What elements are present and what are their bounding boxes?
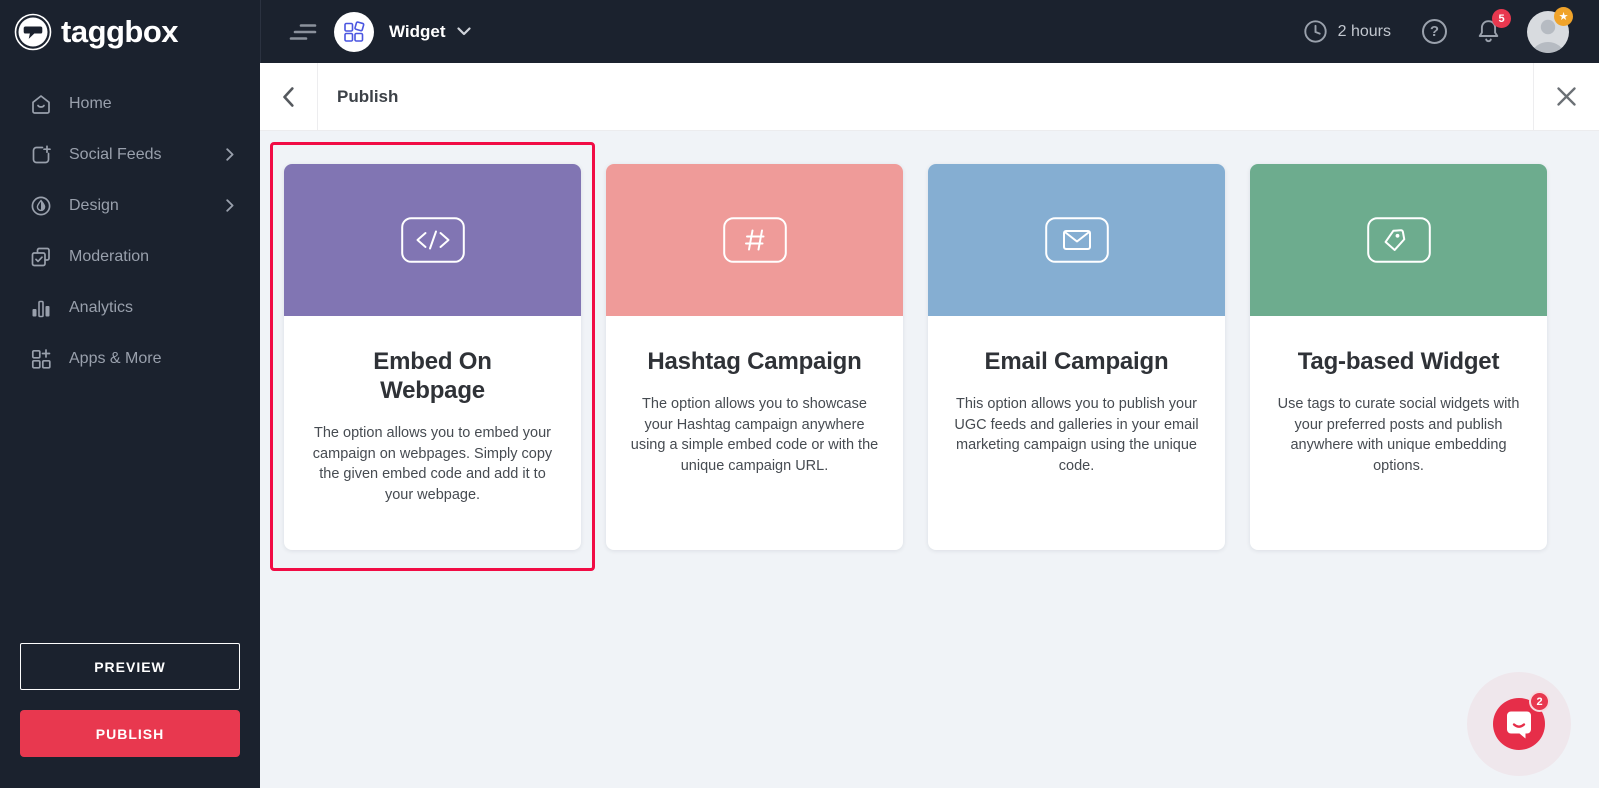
chevron-right-icon bbox=[226, 199, 234, 212]
code-embed-icon bbox=[401, 217, 465, 263]
analytics-icon bbox=[30, 297, 52, 319]
card-header bbox=[606, 164, 903, 316]
chevron-right-icon bbox=[226, 148, 234, 161]
card-header bbox=[1250, 164, 1547, 316]
card-title: Tag-based Widget bbox=[1270, 347, 1527, 376]
close-icon bbox=[1557, 87, 1576, 106]
home-icon bbox=[30, 93, 52, 115]
clock-icon bbox=[1303, 19, 1328, 44]
sidebar-item-design[interactable]: Design bbox=[0, 180, 260, 231]
card-header bbox=[284, 164, 581, 316]
card-body: Embed On Webpage The option allows you t… bbox=[284, 316, 581, 550]
chat-launcher-button[interactable]: 2 bbox=[1493, 698, 1545, 750]
card-title: Email Campaign bbox=[948, 347, 1205, 376]
sidebar-item-label: Apps & More bbox=[69, 350, 161, 368]
card-description: The option allows you to showcase your H… bbox=[626, 394, 883, 476]
taggbox-logo[interactable]: taggbox bbox=[0, 0, 260, 63]
sidebar-item-label: Social Feeds bbox=[69, 146, 162, 164]
sidebar-nav: Home Social Feeds bbox=[0, 63, 260, 384]
sidebar-actions: PREVIEW PUBLISH bbox=[0, 643, 260, 788]
notifications-bell[interactable]: 5 bbox=[1476, 18, 1501, 45]
sidebar-item-label: Home bbox=[69, 95, 112, 113]
card-description: Use tags to curate social widgets with y… bbox=[1270, 394, 1527, 476]
social-feeds-icon bbox=[30, 144, 52, 166]
preview-button[interactable]: PREVIEW bbox=[20, 643, 240, 690]
publish-options: Embed On Webpage The option allows you t… bbox=[260, 131, 1599, 788]
main-area: Widget 2 hours ? bbox=[260, 0, 1599, 788]
topbar: Widget 2 hours ? bbox=[260, 0, 1599, 63]
sidebar: taggbox Home Social bbox=[0, 0, 260, 788]
sidebar-item-home[interactable]: Home bbox=[0, 78, 260, 129]
sidebar-item-moderation[interactable]: Moderation bbox=[0, 231, 260, 282]
chat-unread-badge: 2 bbox=[1529, 691, 1550, 712]
taggbox-logo-icon bbox=[13, 12, 53, 52]
user-avatar[interactable]: ★ bbox=[1527, 11, 1569, 53]
chevron-down-icon[interactable] bbox=[457, 27, 471, 36]
card-body: Email Campaign This option allows you to… bbox=[928, 316, 1225, 550]
menu-collapse-icon[interactable] bbox=[289, 22, 317, 42]
card-title: Embed On Webpage bbox=[304, 347, 561, 405]
logo-text: taggbox bbox=[61, 14, 178, 50]
hashtag-icon bbox=[723, 217, 787, 263]
session-timer: 2 hours bbox=[1303, 19, 1391, 44]
panel-title: Publish bbox=[318, 63, 1533, 130]
sidebar-item-label: Moderation bbox=[69, 248, 149, 266]
chevron-left-icon bbox=[283, 87, 294, 107]
publish-panel-header: Publish bbox=[260, 63, 1599, 131]
card-embed-on-webpage[interactable]: Embed On Webpage The option allows you t… bbox=[284, 164, 581, 550]
sidebar-item-label: Analytics bbox=[69, 299, 133, 317]
close-button[interactable] bbox=[1533, 63, 1599, 130]
widget-type-icon[interactable] bbox=[334, 12, 374, 52]
widget-selector[interactable]: Widget bbox=[389, 22, 446, 42]
notification-count-badge: 5 bbox=[1492, 9, 1511, 28]
star-badge-icon: ★ bbox=[1554, 7, 1573, 26]
chat-bubble-icon bbox=[1504, 709, 1534, 740]
card-header bbox=[928, 164, 1225, 316]
sidebar-item-social-feeds[interactable]: Social Feeds bbox=[0, 129, 260, 180]
card-email-campaign[interactable]: Email Campaign This option allows you to… bbox=[928, 164, 1225, 550]
help-icon[interactable]: ? bbox=[1422, 19, 1447, 44]
apps-more-icon bbox=[30, 348, 52, 370]
moderation-icon bbox=[30, 246, 52, 268]
card-body: Hashtag Campaign The option allows you t… bbox=[606, 316, 903, 550]
card-hashtag-campaign[interactable]: Hashtag Campaign The option allows you t… bbox=[606, 164, 903, 550]
card-body: Tag-based Widget Use tags to curate soci… bbox=[1250, 316, 1547, 550]
sidebar-item-label: Design bbox=[69, 197, 119, 215]
sidebar-item-apps-more[interactable]: Apps & More bbox=[0, 333, 260, 384]
back-button[interactable] bbox=[260, 63, 318, 130]
design-icon bbox=[30, 195, 52, 217]
sidebar-item-analytics[interactable]: Analytics bbox=[0, 282, 260, 333]
tag-icon bbox=[1367, 217, 1431, 263]
session-time-text: 2 hours bbox=[1338, 23, 1391, 41]
topbar-right: 2 hours ? 5 bbox=[1303, 11, 1569, 53]
card-description: This option allows you to publish your U… bbox=[948, 394, 1205, 476]
card-description: The option allows you to embed your camp… bbox=[304, 423, 561, 505]
card-title: Hashtag Campaign bbox=[626, 347, 883, 376]
publish-button[interactable]: PUBLISH bbox=[20, 710, 240, 757]
envelope-icon bbox=[1045, 217, 1109, 263]
app-root: taggbox Home Social bbox=[0, 0, 1599, 788]
card-tag-based-widget[interactable]: Tag-based Widget Use tags to curate soci… bbox=[1250, 164, 1547, 550]
selected-option-highlight: Embed On Webpage The option allows you t… bbox=[270, 142, 595, 571]
